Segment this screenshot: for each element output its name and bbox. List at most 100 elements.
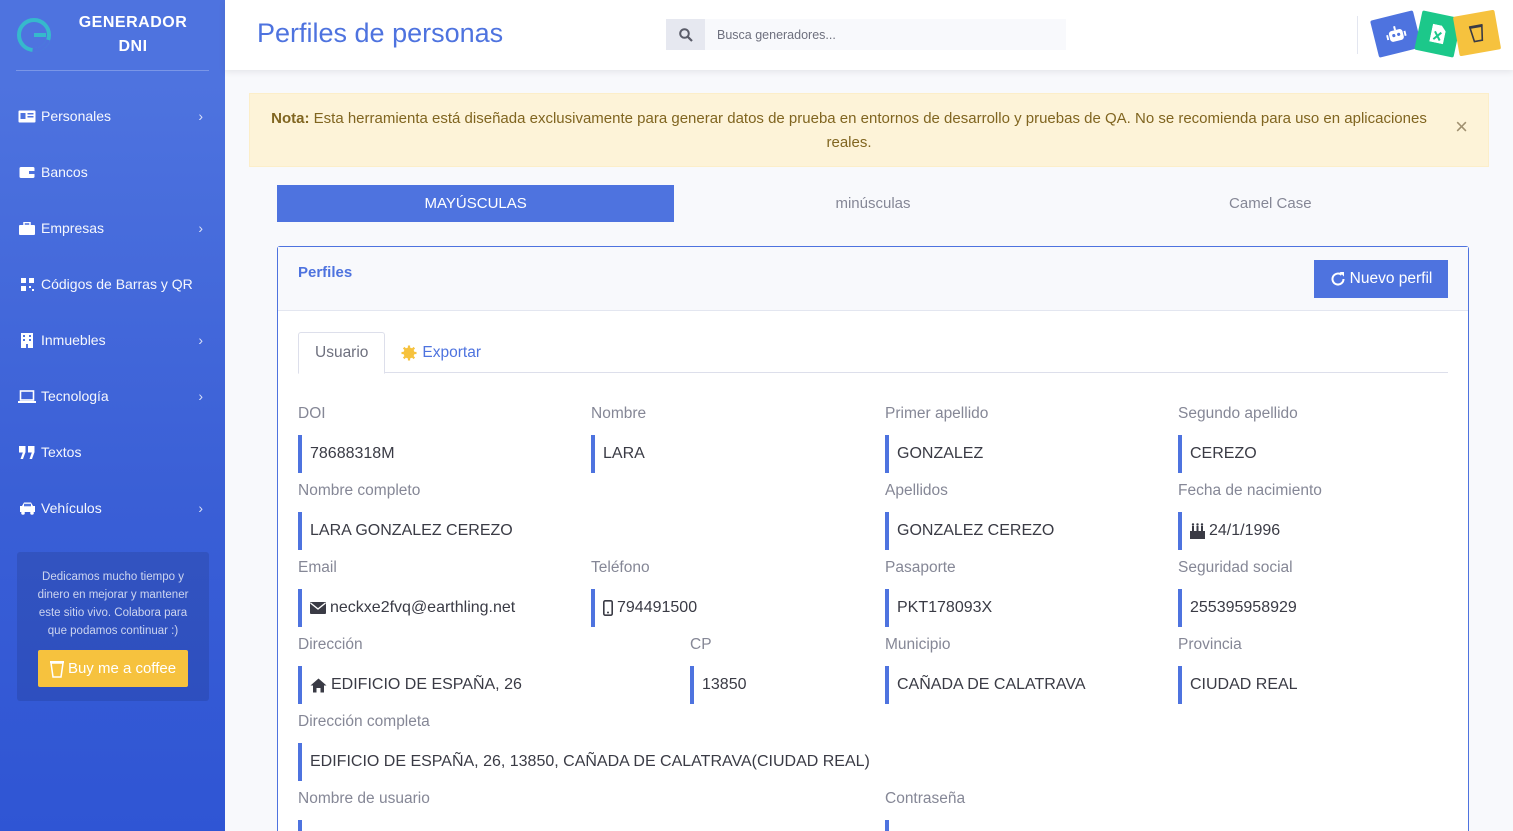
- donate-card: Dedicamos mucho tiempo y dinero en mejor…: [17, 552, 209, 701]
- field-telefono: Teléfono 794491500: [591, 559, 861, 627]
- sidebar-item-label: Bancos: [41, 164, 88, 180]
- sidebar-item-textos[interactable]: Textos: [0, 424, 225, 480]
- field-label: Apellidos: [885, 482, 948, 499]
- field-label: Teléfono: [591, 559, 650, 576]
- home-icon: [310, 678, 327, 693]
- profiles-card: Perfiles Nuevo perfil Usuario Exportar D…: [277, 246, 1469, 831]
- field-value[interactable]: CIUDAD REAL: [1178, 666, 1448, 704]
- search-input[interactable]: [705, 19, 1066, 50]
- field-value[interactable]: EDIFICIO DE ESPAÑA, 26, 13850, CAÑADA DE…: [298, 743, 1448, 781]
- field-doi: DOI 78688318M: [298, 405, 568, 473]
- sidebar-divider: [16, 70, 209, 71]
- field-label: Email: [298, 559, 337, 576]
- g-logo-icon: [16, 17, 52, 53]
- sidebar-item-label: Inmuebles: [41, 332, 106, 348]
- field-nombre-usuario: Nombre de usuario: [298, 790, 858, 831]
- refresh-icon: [1330, 271, 1346, 287]
- wallet-icon: [18, 165, 36, 179]
- birthday-cake-icon: [1190, 523, 1205, 539]
- field-label: Municipio: [885, 636, 951, 653]
- sidebar-item-personales[interactable]: Personales ›: [0, 88, 225, 144]
- field-fecha-nacimiento: Fecha de nacimiento 24/1/1996: [1178, 482, 1448, 550]
- sidebar-item-empresas[interactable]: Empresas ›: [0, 200, 225, 256]
- field-label: Nombre completo: [298, 482, 421, 499]
- field-direccion-completa: Dirección completa EDIFICIO DE ESPAÑA, 2…: [298, 713, 1448, 781]
- field-value[interactable]: CEREZO: [1178, 435, 1448, 473]
- tab-minusculas[interactable]: minúsculas: [674, 185, 1071, 222]
- field-label: Nombre: [591, 405, 647, 422]
- sidebar-item-label: Códigos de Barras y QR: [41, 276, 193, 292]
- tab-camel-case[interactable]: Camel Case: [1072, 185, 1469, 222]
- field-value-text: neckxe2fvq@earthling.net: [330, 599, 516, 616]
- field-value[interactable]: 24/1/1996: [1178, 512, 1448, 550]
- field-label: Contraseña: [885, 790, 966, 807]
- building-icon: [18, 332, 36, 348]
- field-value[interactable]: 255395958929: [1178, 589, 1448, 627]
- field-value[interactable]: GONZALEZ: [885, 435, 1155, 473]
- field-value-text: 24/1/1996: [1209, 522, 1281, 539]
- page-title: Perfiles de personas: [257, 18, 504, 48]
- buy-coffee-button[interactable]: Buy me a coffee: [37, 650, 189, 687]
- sidebar-nav: Personales › Bancos Empresas › Códigos d…: [0, 88, 225, 536]
- sidebar-item-codigos[interactable]: Códigos de Barras y QR: [0, 256, 225, 312]
- field-nombre-completo: Nombre completo LARA GONZALEZ CEREZO: [298, 482, 858, 550]
- new-profile-button[interactable]: Nuevo perfil: [1314, 260, 1448, 298]
- card-header: Perfiles Nuevo perfil: [278, 247, 1468, 311]
- id-card-icon: [18, 109, 36, 123]
- field-value-text: EDIFICIO DE ESPAÑA, 26: [331, 676, 522, 693]
- field-value-text: 794491500: [617, 599, 698, 616]
- field-value[interactable]: LARA: [591, 435, 861, 473]
- new-profile-label: Nuevo perfil: [1349, 270, 1433, 287]
- sidebar: GENERADOR DNI Personales › Bancos Empres…: [0, 0, 225, 831]
- tab-usuario[interactable]: Usuario: [298, 332, 386, 374]
- tab-mayusculas[interactable]: MAYÚSCULAS: [277, 185, 675, 222]
- field-label: Fecha de nacimiento: [1178, 482, 1322, 499]
- field-value[interactable]: LARA GONZALEZ CEREZO: [298, 512, 858, 550]
- envelope-icon: [310, 602, 326, 614]
- brand[interactable]: GENERADOR DNI: [0, 0, 225, 70]
- chevron-right-icon: ›: [198, 500, 203, 516]
- field-value[interactable]: GONZALEZ CEREZO: [885, 512, 1155, 550]
- field-label: Pasaporte: [885, 559, 956, 576]
- search-icon[interactable]: [666, 19, 705, 50]
- field-label: Provincia: [1178, 636, 1242, 653]
- sidebar-item-bancos[interactable]: Bancos: [0, 144, 225, 200]
- sidebar-item-inmuebles[interactable]: Inmuebles ›: [0, 312, 225, 368]
- gear-icon: [401, 345, 417, 361]
- topbar: Perfiles de personas: [225, 0, 1513, 70]
- field-contrasena: Contraseña: [885, 790, 1445, 831]
- sidebar-item-tecnologia[interactable]: Tecnología ›: [0, 368, 225, 424]
- field-label: Dirección completa: [298, 713, 430, 730]
- sidebar-item-label: Personales: [41, 108, 112, 124]
- field-value[interactable]: [298, 820, 858, 831]
- field-segundo-apellido: Segundo apellido CEREZO: [1178, 405, 1448, 473]
- case-tabs: MAYÚSCULAS minúsculas Camel Case: [277, 185, 1469, 222]
- field-value[interactable]: 13850: [690, 666, 860, 704]
- robot-icon[interactable]: [1370, 10, 1422, 58]
- tab-exportar[interactable]: Exportar: [385, 332, 497, 373]
- alert-strong: Nota:: [271, 110, 310, 127]
- tab-exportar-label: Exportar: [422, 343, 482, 361]
- close-icon[interactable]: ×: [1455, 116, 1468, 138]
- field-value[interactable]: CAÑADA DE CALATRAVA: [885, 666, 1155, 704]
- chevron-right-icon: ›: [198, 220, 203, 236]
- field-value[interactable]: PKT178093X: [885, 589, 1155, 627]
- field-pasaporte: Pasaporte PKT178093X: [885, 559, 1155, 627]
- qrcode-icon: [18, 277, 36, 291]
- field-label: Primer apellido: [885, 405, 989, 422]
- field-direccion: Dirección EDIFICIO DE ESPAÑA, 26: [298, 636, 668, 704]
- field-nombre: Nombre LARA: [591, 405, 861, 473]
- field-label: CP: [690, 636, 712, 653]
- quote-icon: [18, 445, 36, 459]
- sidebar-item-vehiculos[interactable]: Vehículos ›: [0, 480, 225, 536]
- sidebar-item-label: Vehículos: [41, 500, 102, 516]
- field-value[interactable]: [885, 820, 1445, 831]
- sidebar-item-label: Empresas: [41, 220, 105, 236]
- briefcase-icon: [18, 221, 36, 235]
- topbar-divider: [1357, 16, 1358, 54]
- coffee-cup-icon[interactable]: [1452, 9, 1502, 57]
- field-value[interactable]: neckxe2fvq@earthling.net: [298, 589, 568, 627]
- field-value[interactable]: 78688318M: [298, 435, 568, 473]
- field-value[interactable]: 794491500: [591, 589, 861, 627]
- field-value[interactable]: EDIFICIO DE ESPAÑA, 26: [298, 666, 668, 704]
